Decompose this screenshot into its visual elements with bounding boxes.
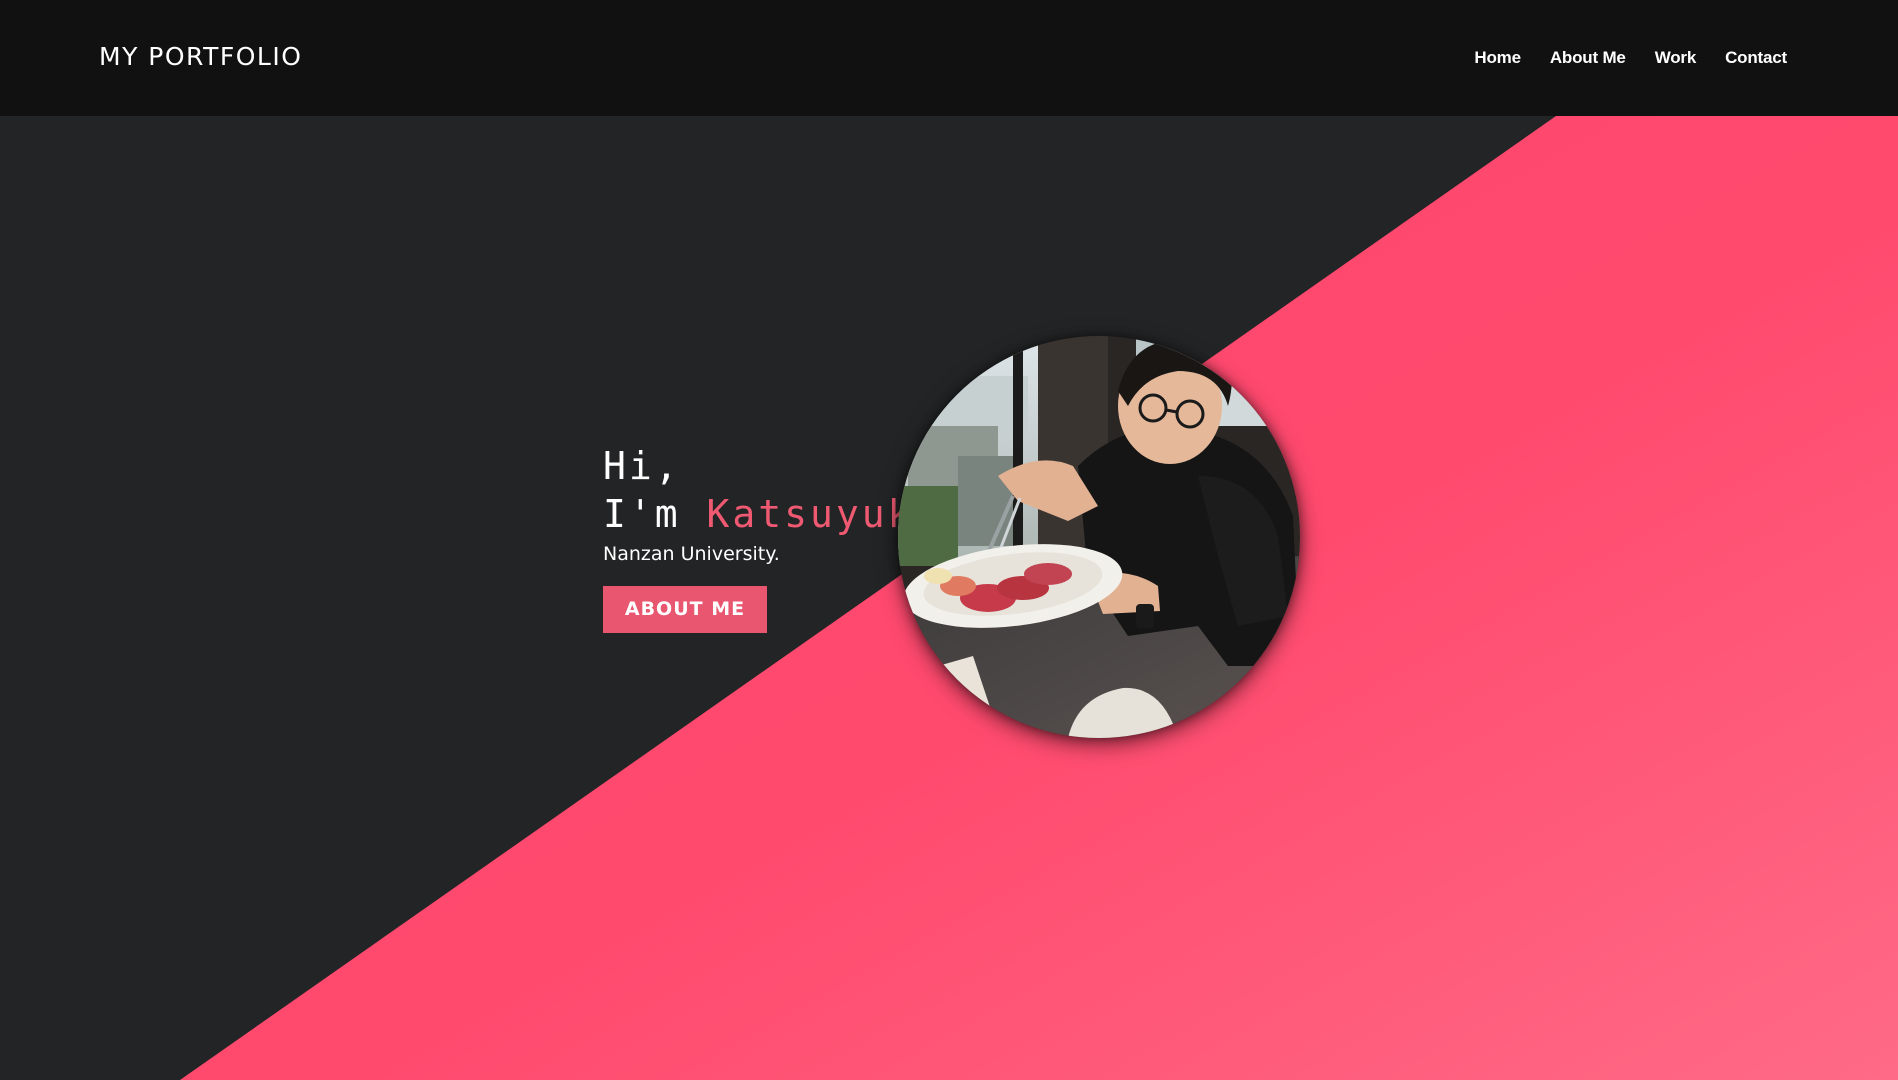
name-prefix: I'm (603, 492, 681, 536)
nav-about-me[interactable]: About Me (1550, 46, 1626, 70)
main-nav: Home About Me Work Contact (1474, 46, 1787, 70)
profile-photo-illustration (898, 336, 1300, 738)
nav-work[interactable]: Work (1655, 46, 1697, 70)
hero-name-line: I'm Katsuyuki (603, 490, 939, 538)
profile-photo (898, 336, 1300, 738)
site-header: MY PORTFOLIO Home About Me Work Contact (0, 0, 1898, 116)
nav-home[interactable]: Home (1474, 46, 1521, 70)
nav-contact[interactable]: Contact (1725, 46, 1787, 70)
site-logo[interactable]: MY PORTFOLIO (99, 40, 302, 74)
hero-subtitle: Nanzan University. (603, 543, 780, 565)
hero-intro: Hi, I'm Katsuyuki Nanzan University. ABO… (603, 442, 939, 633)
hero-greeting: Hi, (603, 444, 681, 488)
about-me-button[interactable]: ABOUT ME (603, 586, 767, 633)
portfolio-page: MY PORTFOLIO Home About Me Work Contact … (0, 0, 1898, 1080)
